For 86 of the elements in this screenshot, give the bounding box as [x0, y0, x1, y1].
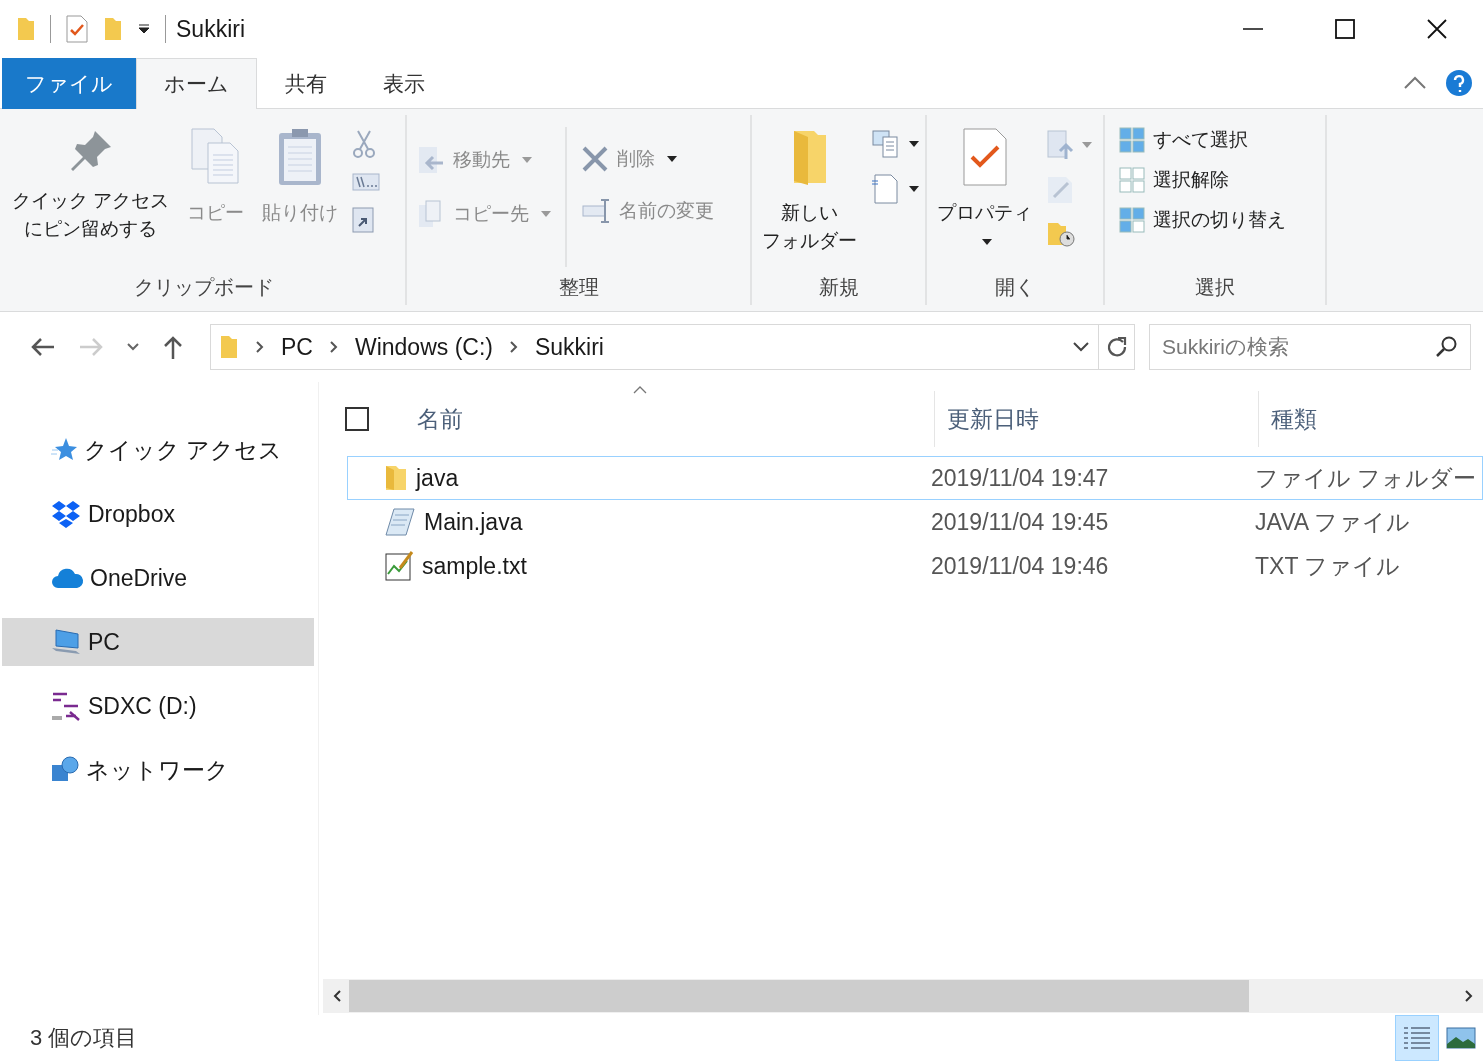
file-row[interactable]: Main.java 2019/11/04 19:45 JAVA ファイル [347, 500, 1483, 544]
scissors-icon[interactable] [352, 129, 377, 159]
chevron-left-icon[interactable] [331, 989, 343, 1003]
type-cell-text: ファイル フォルダー [1255, 463, 1478, 493]
document-icon [384, 507, 416, 537]
close-icon [1427, 19, 1447, 39]
cloud-icon [50, 566, 84, 590]
breadcrumb[interactable]: PC [281, 333, 313, 361]
file-row[interactable]: sample.txt 2019/11/04 19:46 TXT ファイル [347, 544, 1483, 588]
sort-caret-icon [633, 386, 647, 394]
file-name: sample.txt [422, 552, 527, 580]
item-count: 3 個の項目 [30, 1024, 138, 1052]
select-all-checkbox[interactable] [345, 407, 369, 431]
sidebar-item[interactable]: クイック アクセス [2, 426, 314, 474]
checkmark-document-icon[interactable] [65, 15, 89, 43]
properties-button[interactable]: プロパティ [933, 123, 1036, 249]
list-icon [1402, 1025, 1432, 1051]
dropbox-icon [50, 499, 82, 529]
checkmark-document-icon [961, 127, 1008, 187]
select-button[interactable]: 選択解除 [1115, 163, 1233, 197]
file-name: java [416, 464, 459, 492]
file-row[interactable]: java 2019/11/04 19:47 ファイル フォルダー [347, 456, 1483, 500]
select-button[interactable]: 選択の切り替え [1115, 203, 1290, 237]
grid-icon [1119, 127, 1145, 153]
date-cell-text: 2019/11/04 19:47 [931, 464, 1110, 492]
rename-icon [581, 197, 611, 225]
folder-icon [384, 464, 408, 492]
caret-icon[interactable] [137, 24, 151, 34]
help-icon[interactable] [1445, 69, 1473, 97]
type-cell-text: TXT ファイル [1255, 551, 1402, 581]
column-header[interactable]: 更新日時 [935, 391, 1259, 447]
move-icon [417, 145, 445, 175]
folder-icon [219, 334, 239, 360]
refresh-button[interactable] [1099, 324, 1135, 370]
address-bar[interactable]: PC Windows (C:) Sukkiri [210, 324, 1099, 370]
breadcrumb[interactable]: Windows (C:) [354, 333, 493, 361]
type-cell-text: JAVA ファイル [1255, 507, 1412, 537]
date-cell-text: 2019/11/04 19:46 [931, 552, 1110, 580]
group-label: 整理 [558, 275, 599, 300]
sidebar-item[interactable]: OneDrive [2, 554, 314, 602]
ribbon-tab[interactable]: 共有 [257, 58, 355, 109]
grid-icon [1119, 207, 1145, 233]
ribbon-tab[interactable]: ホーム [136, 58, 257, 109]
breadcrumb[interactable]: Sukkiri [534, 333, 604, 361]
chevron-right-icon[interactable] [328, 340, 339, 354]
column-header[interactable]: 種類 [1259, 391, 1483, 447]
shortcut-clipboard-icon[interactable] [352, 205, 375, 233]
sidebar-item[interactable]: ネットワーク [2, 746, 314, 794]
minimize-icon [1243, 28, 1263, 30]
chevron-right-icon[interactable] [508, 340, 519, 354]
group-label: 開く [995, 275, 1035, 300]
ribbon-tab[interactable]: ファイル [2, 58, 136, 109]
up-arrow-icon[interactable] [162, 334, 184, 360]
group-label: クリップボード [133, 275, 274, 300]
delete-icon [581, 145, 609, 173]
laptop-icon [50, 628, 82, 656]
sidebar-item[interactable]: SDXC (D:) [2, 682, 314, 730]
chevron-right-icon[interactable] [255, 340, 265, 354]
window-title: Sukkiri [176, 15, 245, 43]
chevron-down-icon[interactable] [1072, 341, 1090, 353]
back-arrow-icon[interactable] [30, 337, 56, 357]
landscape-icon [1446, 1026, 1476, 1050]
file-name: Main.java [424, 508, 523, 536]
text-file-icon [384, 550, 414, 582]
sidebar-item[interactable]: Dropbox [2, 490, 314, 538]
group-label: 選択 [1195, 275, 1235, 300]
date-cell-text: 2019/11/04 19:45 [931, 508, 1110, 536]
select-button[interactable]: すべて選択 [1115, 123, 1252, 157]
horizontal-scrollbar[interactable] [323, 979, 1483, 1013]
scroll-thumb[interactable] [349, 980, 1249, 1012]
search-icon [1435, 335, 1459, 359]
collapse-icon[interactable] [1403, 76, 1427, 90]
grid-icon [1119, 167, 1145, 193]
pin-button[interactable]: クイック アクセス にピン留めする [8, 123, 174, 247]
path-icon[interactable] [352, 173, 381, 191]
refresh-icon [1105, 336, 1128, 358]
ribbon-tab[interactable]: 表示 [355, 58, 453, 109]
chevron-right-icon[interactable] [1463, 989, 1475, 1003]
chevron-down-icon[interactable] [126, 342, 140, 352]
sidebar-item[interactable]: PC [2, 618, 314, 666]
search-field[interactable]: Sukkiriの検索 [1149, 324, 1471, 370]
new-folder-button[interactable]: 新しい フォルダー [758, 123, 861, 259]
column-header[interactable]: 名前 [381, 391, 935, 447]
details-view-button[interactable] [1395, 1015, 1439, 1061]
group-label: 新規 [818, 275, 859, 300]
maximize-icon [1335, 19, 1355, 39]
